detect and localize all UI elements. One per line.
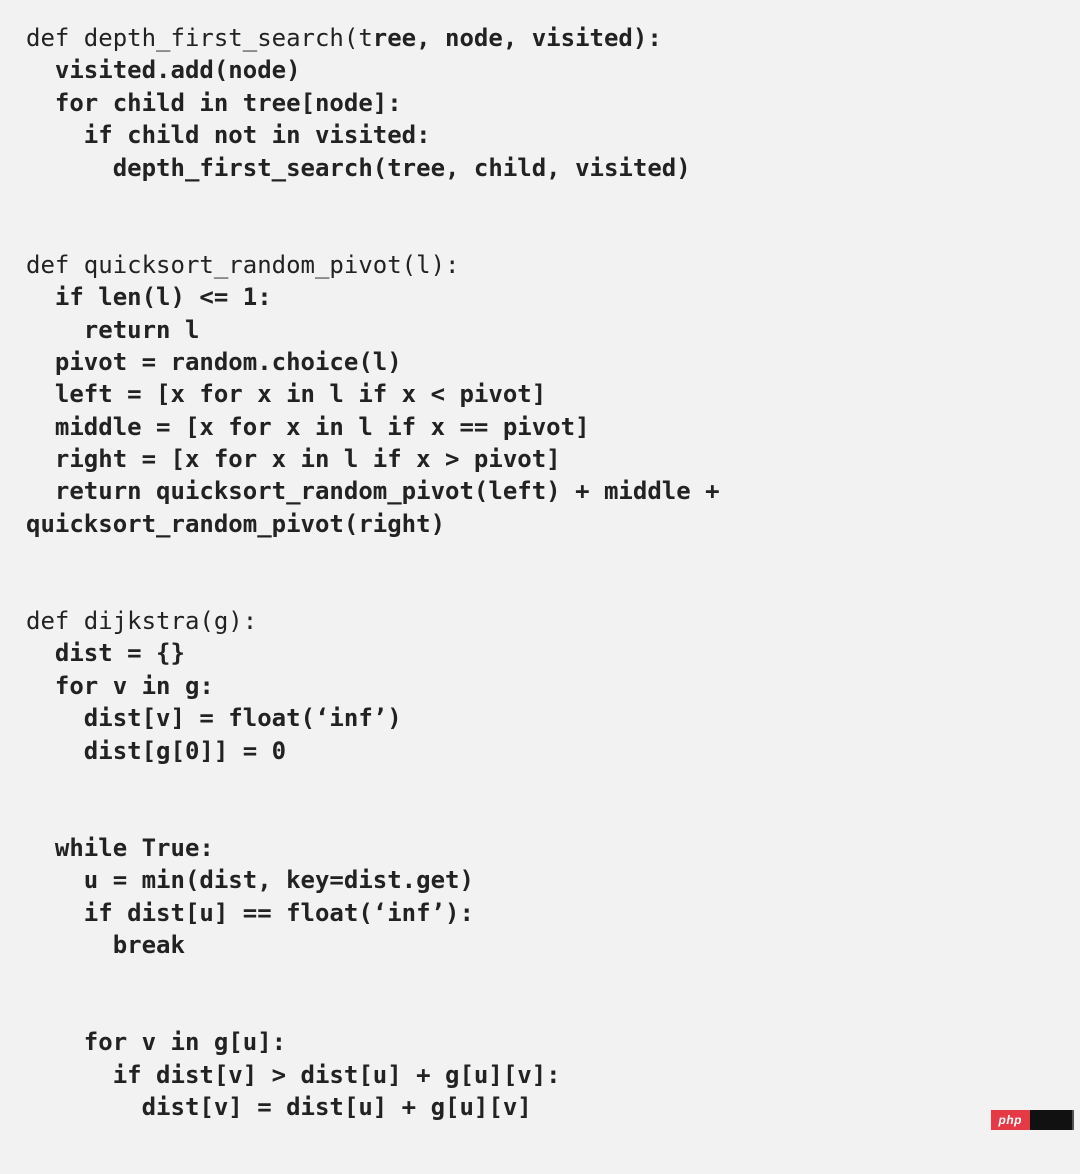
code-segment: for v in g[u]: <box>26 1028 286 1056</box>
code-block: def depth_first_search(tree, node, visit… <box>0 0 1080 1174</box>
code-segment: while True: <box>26 834 214 862</box>
code-segment: right = [x for x in l if x > pivot] <box>26 445 561 473</box>
watermark-right-label <box>1030 1110 1074 1130</box>
code-segment: if child not in visited: <box>26 121 431 149</box>
code-segment: visited.add(node) <box>26 56 301 84</box>
code-segment: for v in g: <box>26 672 214 700</box>
code-segment: if len(l) <= 1: <box>26 283 272 311</box>
code-segment: break <box>26 931 185 959</box>
watermark-left-label: php <box>991 1110 1031 1130</box>
code-segment: for child in tree[node]: <box>26 89 402 117</box>
code-segment: dist = {} <box>26 639 185 667</box>
code-segment: ree, node, visited): <box>373 24 662 52</box>
code-segment: if dist[v] > dist[u] + g[u][v]: <box>26 1061 561 1089</box>
code-segment: dist[g[0]] = 0 <box>26 737 286 765</box>
code-segment: depth_first_search(tree, child, visited) <box>26 154 691 182</box>
code-segment: quicksort_random_pivot(right) <box>26 510 445 538</box>
code-segment: return l <box>26 316 199 344</box>
code-segment: def quicksort_random_pivot(l): <box>26 251 459 279</box>
code-segment: def depth_first_search(t <box>26 24 373 52</box>
code-segment: left = [x for x in l if x < pivot] <box>26 380 546 408</box>
code-segment: def dijkstra(g): <box>26 607 257 635</box>
code-segment: return quicksort_random_pivot(left) + mi… <box>26 477 720 505</box>
code-segment: middle = [x for x in l if x == pivot] <box>26 413 590 441</box>
code-segment: dist[v] = float(‘inf’) <box>26 704 402 732</box>
watermark: php <box>991 1110 1075 1130</box>
code-segment: dist[v] = dist[u] + g[u][v] <box>26 1093 532 1121</box>
code-segment: pivot = random.choice(l) <box>26 348 402 376</box>
code-segment: u = min(dist, key=dist.get) <box>26 866 474 894</box>
code-segment: if dist[u] == float(‘inf’): <box>26 899 474 927</box>
